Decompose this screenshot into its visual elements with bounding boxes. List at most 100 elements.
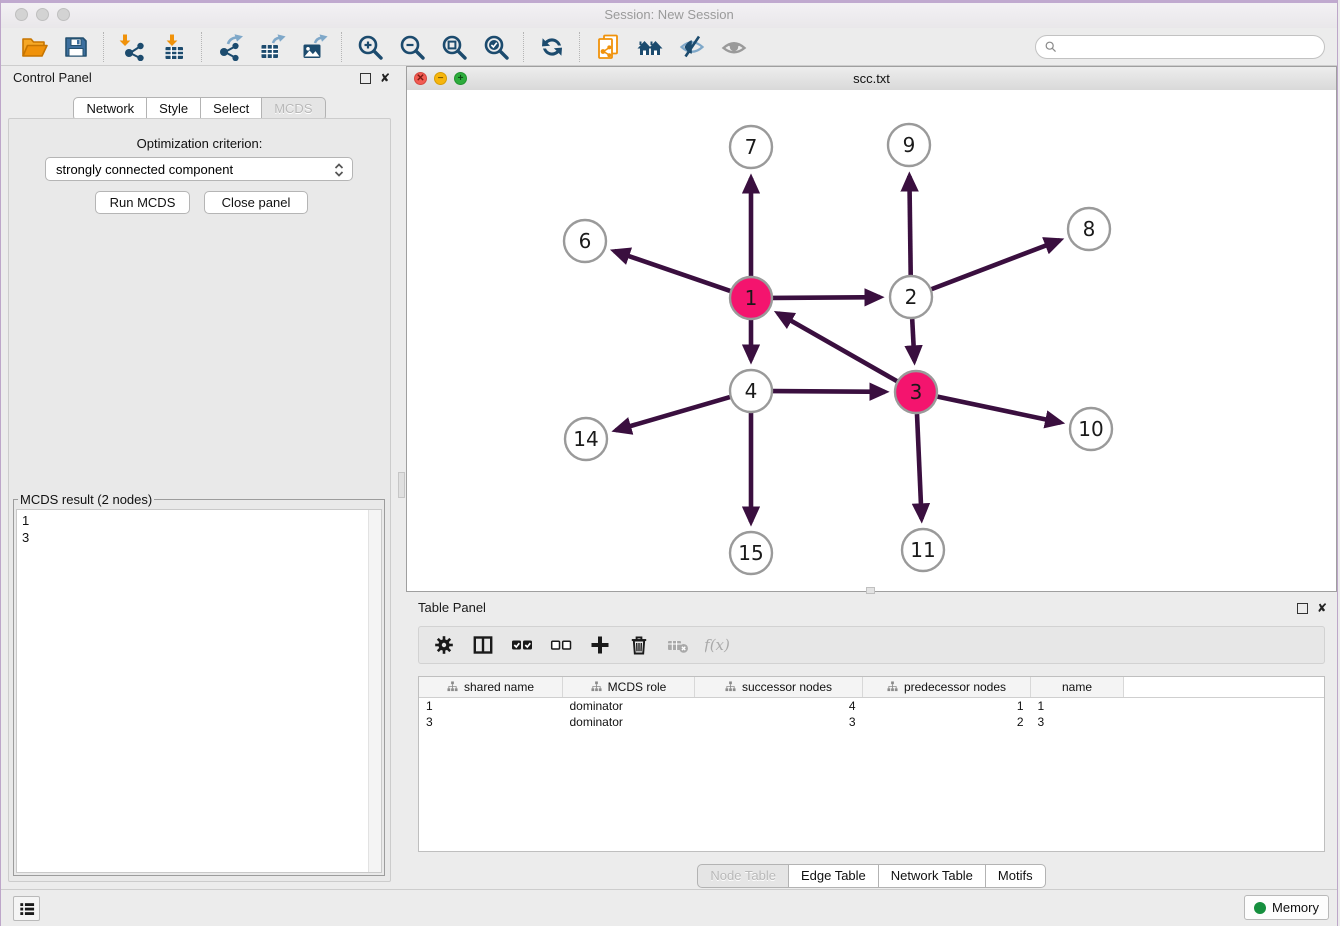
graph-edge-4-3[interactable] — [773, 391, 885, 392]
graph-node-3[interactable]: 3 — [895, 371, 937, 413]
tab-network-table[interactable]: Network Table — [879, 864, 986, 888]
network-canvas[interactable]: 7 9 6 8 1 2 4 3 14 10 15 11 — [407, 90, 1336, 591]
cell-predecessor-nodes: 1 — [863, 698, 1031, 715]
cell-successor-nodes: 4 — [695, 698, 863, 715]
graph-edge-3-11[interactable] — [917, 414, 922, 519]
close-table-panel-icon[interactable]: ✘ — [1317, 602, 1327, 614]
new-network-from-selection-icon[interactable] — [593, 32, 623, 62]
run-mcds-button[interactable]: Run MCDS — [95, 191, 190, 214]
graph-edge-2-3[interactable] — [912, 319, 914, 361]
cell-name: 1 — [1031, 698, 1124, 715]
graph-node-2[interactable]: 2 — [890, 276, 932, 318]
split-panel-icon[interactable] — [470, 632, 496, 658]
column-header-shared-name[interactable]: shared name — [419, 677, 563, 698]
first-neighbors-icon[interactable] — [635, 32, 665, 62]
export-image-icon[interactable] — [299, 32, 329, 62]
table-row[interactable]: 3dominator323 — [419, 714, 1324, 730]
window-title: Session: New Session — [1, 7, 1337, 22]
main-toolbar-icons — [7, 32, 761, 62]
close-panel-icon[interactable]: ✘ — [380, 72, 390, 84]
memory-button[interactable]: Memory — [1244, 895, 1329, 920]
open-session-folder-icon[interactable] — [19, 32, 49, 62]
criterion-dropdown[interactable]: strongly connected component — [45, 157, 353, 181]
column-header-successor-nodes[interactable]: successor nodes — [695, 677, 863, 698]
list-icon — [17, 899, 37, 919]
graph-node-9[interactable]: 9 — [888, 124, 930, 166]
export-table-icon[interactable] — [257, 32, 287, 62]
select-all-checkboxes-icon[interactable] — [509, 632, 535, 658]
export-network-icon[interactable] — [215, 32, 245, 62]
graph-node-1[interactable]: 1 — [730, 277, 772, 319]
zoom-in-icon[interactable] — [355, 32, 385, 62]
graph-node-6[interactable]: 6 — [564, 220, 606, 262]
table-panel: Table Panel ✘ f(x) shared nameMCDS roles… — [406, 596, 1337, 890]
hide-selected-icon[interactable] — [677, 32, 707, 62]
search-input[interactable] — [1063, 39, 1316, 55]
mcds-result-values: 1 3 — [22, 513, 29, 545]
float-panel-icon[interactable] — [360, 73, 371, 84]
column-header-predecessor-nodes[interactable]: predecessor nodes — [863, 677, 1031, 698]
deselect-all-checkboxes-icon[interactable] — [548, 632, 574, 658]
svg-text:15: 15 — [738, 541, 763, 565]
graph-node-11[interactable]: 11 — [902, 529, 944, 571]
svg-text:9: 9 — [903, 133, 916, 157]
network-graph: 7 9 6 8 1 2 4 3 14 10 15 11 — [407, 90, 1336, 590]
svg-text:f(x): f(x) — [705, 636, 729, 654]
network-resize-grip[interactable] — [866, 587, 875, 594]
column-header-MCDS-role[interactable]: MCDS role — [563, 677, 695, 698]
main-toolbar — [1, 28, 1337, 66]
import-table-icon[interactable] — [159, 32, 189, 62]
control-panel: Control Panel ✘ NetworkStyleSelectMCDS O… — [1, 66, 398, 890]
svg-text:6: 6 — [579, 229, 592, 253]
result-scrollbar[interactable] — [368, 510, 381, 872]
graph-node-8[interactable]: 8 — [1068, 208, 1110, 250]
table-panel-header: Table Panel ✘ — [406, 596, 1337, 620]
function-builder-icon: f(x) — [704, 632, 730, 658]
table-row[interactable]: 1dominator411 — [419, 698, 1324, 715]
table-toolbar: f(x) — [418, 626, 1325, 664]
zoom-fit-icon[interactable] — [439, 32, 469, 62]
table-header-row: shared nameMCDS rolesuccessor nodesprede… — [419, 677, 1324, 698]
cell-shared-name: 3 — [419, 714, 563, 730]
column-header-name[interactable]: name — [1031, 677, 1124, 698]
graph-edge-2-8[interactable] — [932, 240, 1060, 289]
search-box[interactable] — [1035, 35, 1325, 59]
table-settings-gear-icon[interactable] — [431, 632, 457, 658]
delete-column-icon[interactable] — [626, 632, 652, 658]
graph-edge-3-1[interactable] — [778, 313, 897, 381]
tab-edge-table[interactable]: Edge Table — [789, 864, 879, 888]
mcds-result-textarea[interactable]: 1 3 — [16, 509, 382, 873]
graph-edge-1-6[interactable] — [614, 251, 730, 291]
node-table: shared nameMCDS rolesuccessor nodesprede… — [418, 676, 1325, 852]
tab-node-table[interactable]: Node Table — [697, 864, 789, 888]
float-table-panel-icon[interactable] — [1297, 603, 1308, 614]
save-session-icon[interactable] — [61, 32, 91, 62]
network-title: scc.txt — [407, 71, 1336, 86]
criterion-dropdown-value: strongly connected component — [56, 162, 233, 177]
table-panel-title: Table Panel — [418, 600, 486, 615]
graph-edge-4-14[interactable] — [616, 397, 730, 430]
close-panel-button[interactable]: Close panel — [204, 191, 308, 214]
zoom-selected-icon[interactable] — [481, 32, 511, 62]
graph-node-4[interactable]: 4 — [730, 370, 772, 412]
svg-text:4: 4 — [745, 379, 758, 403]
delete-table-icon — [665, 632, 691, 658]
graph-node-15[interactable]: 15 — [730, 532, 772, 574]
splitter-grip[interactable] — [398, 472, 405, 498]
task-history-button[interactable] — [13, 896, 40, 921]
memory-status-icon — [1254, 902, 1266, 914]
graph-edge-1-2[interactable] — [773, 297, 880, 298]
vertical-splitter[interactable] — [398, 66, 406, 890]
cell-name: 3 — [1031, 714, 1124, 730]
zoom-out-icon[interactable] — [397, 32, 427, 62]
import-network-icon[interactable] — [117, 32, 147, 62]
add-column-icon[interactable] — [587, 632, 613, 658]
apply-layout-refresh-icon[interactable] — [537, 32, 567, 62]
graph-node-10[interactable]: 10 — [1070, 408, 1112, 450]
graph-node-14[interactable]: 14 — [565, 418, 607, 460]
graph-edge-3-10[interactable] — [938, 397, 1061, 423]
network-frame-titlebar: ✕ − + scc.txt — [407, 67, 1336, 91]
graph-edge-2-9[interactable] — [909, 176, 910, 275]
graph-node-7[interactable]: 7 — [730, 126, 772, 168]
tab-motifs[interactable]: Motifs — [986, 864, 1046, 888]
